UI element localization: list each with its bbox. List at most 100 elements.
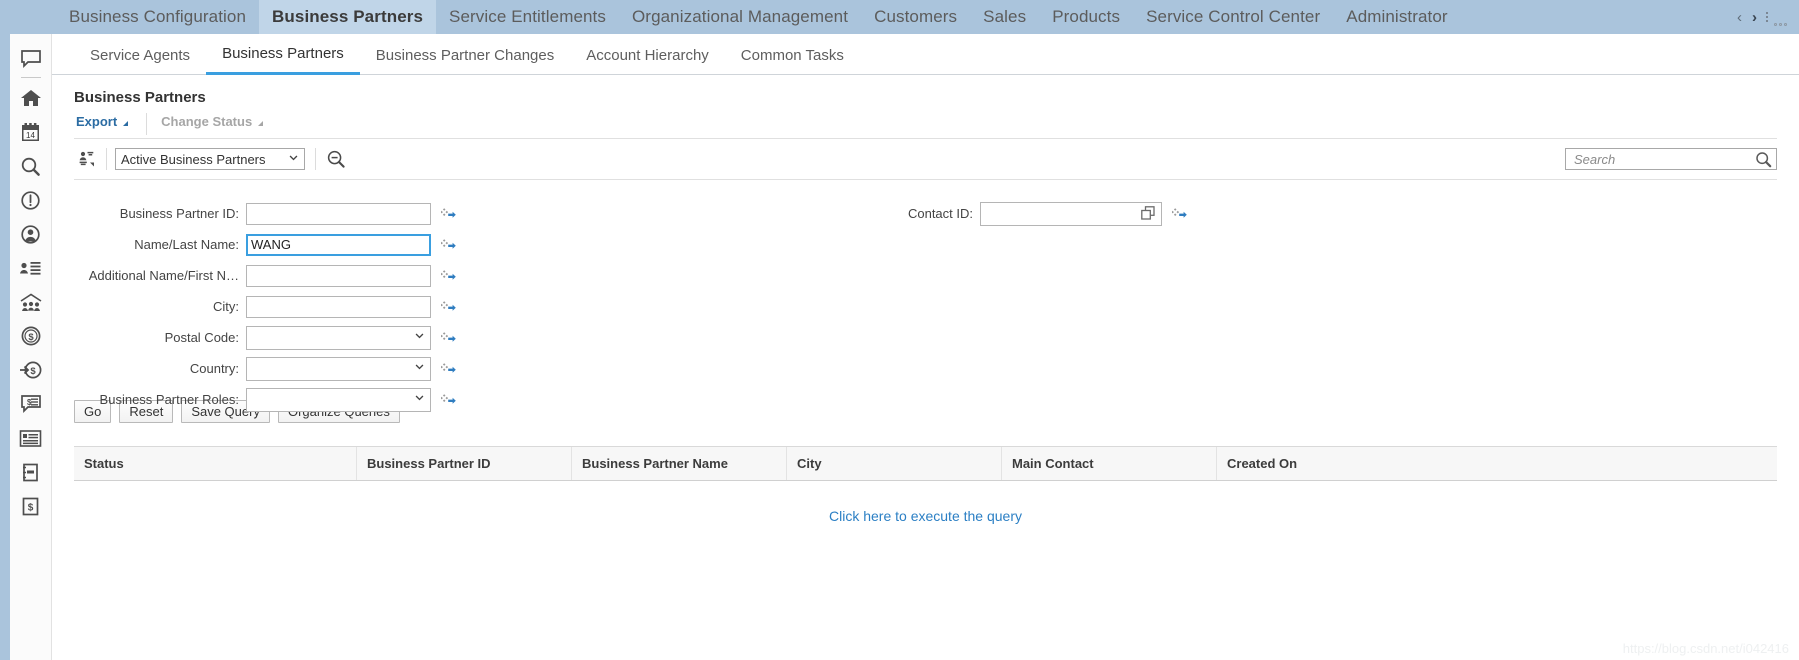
results-column-header[interactable]: Main Contact: [1002, 447, 1217, 480]
query-field-row: Business Partner Roles:: [74, 384, 494, 415]
ledger-icon[interactable]: $: [14, 489, 48, 523]
value-help-icon[interactable]: [441, 362, 456, 376]
results-column-header[interactable]: Status: [74, 447, 357, 480]
field-select-wrapper: [246, 325, 431, 350]
value-help-icon[interactable]: [1172, 207, 1187, 221]
account-icon[interactable]: [14, 217, 48, 251]
query-field-row: Additional Name/First N…: [74, 260, 494, 291]
export-button[interactable]: Export: [74, 113, 138, 138]
search-input[interactable]: [1572, 150, 1753, 168]
nav-more-vertical-icon[interactable]: [1763, 12, 1771, 22]
search-icon[interactable]: [1753, 151, 1772, 168]
global-nav-item-0[interactable]: Business Configuration: [56, 0, 259, 34]
query-field-row: City:: [74, 291, 494, 322]
view-select[interactable]: Active Business Partners: [115, 148, 305, 170]
nav-more-horizontal-icon[interactable]: [1773, 23, 1791, 34]
field-input[interactable]: [246, 264, 431, 287]
query-form-right-column: Contact ID:: [884, 198, 1187, 229]
query-field-row: Business Partner ID:: [74, 198, 494, 229]
value-help-icon[interactable]: [441, 300, 456, 314]
notebook-icon[interactable]: [14, 455, 48, 489]
page-title: Business Partners: [74, 89, 206, 106]
report-icon[interactable]: [14, 421, 48, 455]
field-input[interactable]: [246, 295, 431, 318]
open-picker-icon[interactable]: [1141, 206, 1156, 221]
results-column-header[interactable]: Business Partner ID: [357, 447, 572, 480]
alert-icon[interactable]: [14, 183, 48, 217]
contact-id-field[interactable]: [980, 201, 1162, 226]
results-column-header[interactable]: City: [787, 447, 1002, 480]
tab-service-agents[interactable]: Service Agents: [74, 35, 206, 75]
tab-common-tasks[interactable]: Common Tasks: [725, 35, 860, 75]
value-help-icon[interactable]: [441, 207, 456, 221]
query-field-row: Country:: [74, 353, 494, 384]
global-nav-item-5[interactable]: Sales: [970, 0, 1039, 34]
field-select[interactable]: [246, 356, 431, 381]
field-select-wrapper: [246, 356, 431, 381]
page-header: Business Partners: [52, 75, 1799, 106]
watermark-text: https://blog.csdn.net/i042416: [1622, 641, 1789, 656]
field-label: Additional Name/First N…: [88, 268, 239, 283]
advanced-search-icon[interactable]: [326, 149, 346, 169]
change-status-button[interactable]: Change Status: [159, 113, 273, 138]
tab-business-partner-changes[interactable]: Business Partner Changes: [360, 35, 570, 75]
work-center-tabs: Service Agents Business Partners Business …: [52, 34, 1799, 75]
execute-query-link[interactable]: Click here to execute the query: [829, 508, 1022, 524]
field-label: Country:: [189, 361, 239, 376]
column-label: Business Partner ID: [367, 456, 491, 471]
contacts-list-icon[interactable]: [14, 251, 48, 285]
tab-business-partners[interactable]: Business Partners: [206, 35, 360, 75]
svg-text:14: 14: [26, 131, 35, 140]
field-label: City:: [213, 299, 239, 314]
query-field-row: Name/Last Name:: [74, 229, 494, 260]
global-nav-item-label: Business Configuration: [69, 7, 247, 26]
svg-text:$: $: [28, 332, 34, 343]
value-help-icon[interactable]: [441, 393, 456, 407]
field-input[interactable]: [246, 202, 431, 225]
invoice-chat-icon[interactable]: $: [14, 387, 48, 421]
chat-icon[interactable]: [14, 42, 48, 76]
search-icon[interactable]: [14, 149, 48, 183]
global-nav-item-7[interactable]: Service Control Center: [1133, 0, 1333, 34]
tab-label: Business Partners: [222, 45, 344, 62]
query-form: Business Partner ID: Name/Last Name: Addit…: [74, 180, 1777, 412]
view-select-wrapper: Active Business Partners: [115, 148, 305, 170]
payment-in-icon[interactable]: $: [14, 353, 48, 387]
left-gutter: [0, 34, 10, 660]
toolbar-divider: [146, 113, 148, 135]
search-box[interactable]: [1565, 148, 1777, 170]
field-input[interactable]: [246, 233, 431, 256]
global-nav-controls: ‹ ›: [1733, 0, 1799, 34]
results-column-header[interactable]: Created On: [1217, 447, 1777, 480]
results-column-header[interactable]: Business Partner Name: [572, 447, 787, 480]
global-nav-item-4[interactable]: Customers: [861, 0, 970, 34]
chevron-down-icon: [258, 121, 264, 126]
global-nav-item-6[interactable]: Products: [1039, 0, 1133, 34]
value-help-icon[interactable]: [441, 238, 456, 252]
global-nav-item-1[interactable]: Business Partners: [259, 0, 437, 34]
global-nav-item-2[interactable]: Service Entitlements: [436, 0, 619, 34]
field-label: Business Partner ID:: [119, 206, 239, 221]
value-help-icon[interactable]: [441, 269, 456, 283]
toolbar-divider: [315, 148, 316, 170]
filter-toolbar: Active Business Partners: [74, 139, 1777, 180]
tab-label: Account Hierarchy: [586, 46, 709, 64]
tab-label: Service Agents: [90, 46, 191, 64]
tab-account-hierarchy[interactable]: Account Hierarchy: [570, 35, 725, 75]
field-select[interactable]: [246, 387, 431, 412]
global-nav-item-label: Products: [1052, 7, 1121, 26]
global-nav-item-label: Organizational Management: [631, 7, 849, 26]
currency-icon[interactable]: $: [14, 319, 48, 353]
value-help-icon[interactable]: [441, 331, 456, 345]
nav-prev-arrow-icon[interactable]: ‹: [1733, 10, 1746, 25]
organization-icon[interactable]: [14, 285, 48, 319]
calendar-icon[interactable]: 14: [14, 115, 48, 149]
field-select[interactable]: [246, 325, 431, 350]
results-header-row: Status Business Partner ID Business Partne…: [74, 447, 1777, 481]
column-label: Created On: [1227, 456, 1298, 471]
global-nav-item-8[interactable]: Administrator: [1333, 0, 1460, 34]
personalize-filter-icon[interactable]: [74, 149, 100, 169]
global-nav-item-3[interactable]: Organizational Management: [619, 0, 861, 34]
nav-next-arrow-icon[interactable]: ›: [1748, 10, 1761, 25]
home-icon[interactable]: [14, 81, 48, 115]
